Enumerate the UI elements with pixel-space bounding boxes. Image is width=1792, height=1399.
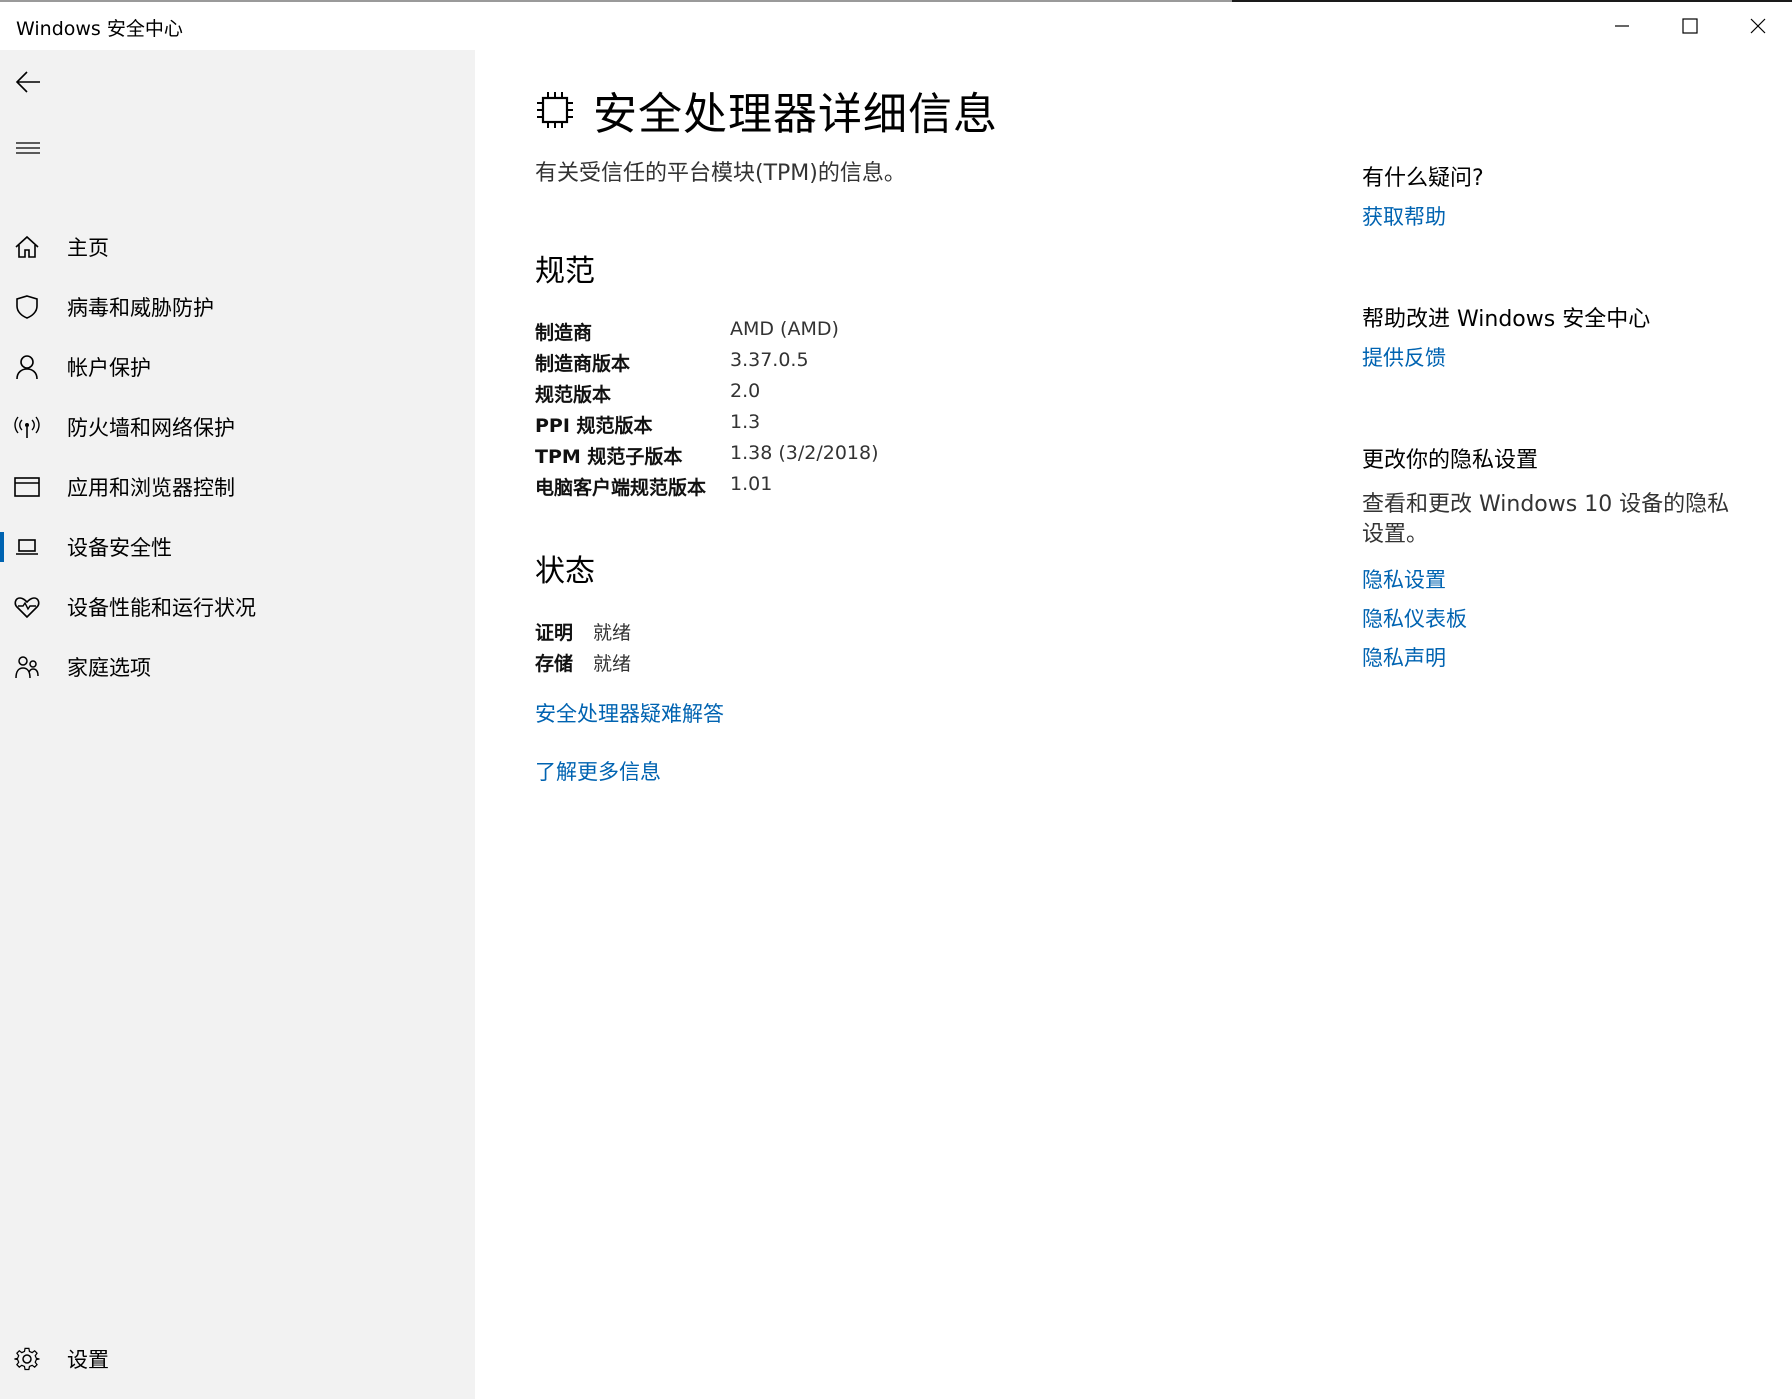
- sidebar-item-label: 设备性能和运行状况: [67, 596, 256, 620]
- sidebar-item-label: 病毒和威胁防护: [67, 296, 214, 320]
- spec-value: 1.38 (3/2/2018): [730, 442, 879, 464]
- spec-value: 1.3: [730, 411, 761, 433]
- sidebar-item-label: 设备安全性: [67, 536, 172, 560]
- privacy-heading: 更改你的隐私设置: [1362, 448, 1539, 473]
- close-button[interactable]: [1724, 2, 1792, 50]
- spec-value: 3.37.0.5: [730, 349, 809, 371]
- heart-pulse-icon: [12, 592, 42, 622]
- question-heading: 有什么疑问?: [1362, 166, 1484, 191]
- troubleshoot-link[interactable]: 安全处理器疑难解答: [535, 698, 724, 728]
- sidebar: 主页 病毒和威胁防护 帐户保护 防火墙和网络保护 应用和浏览器控制 设备安全性 …: [0, 50, 475, 1399]
- person-icon: [12, 352, 42, 382]
- sidebar-item-label: 主页: [67, 236, 109, 260]
- sidebar-item-label: 防火墙和网络保护: [67, 416, 235, 440]
- sidebar-item-device-security[interactable]: 设备安全性: [0, 520, 475, 574]
- page-header: 安全处理器详细信息: [535, 80, 998, 140]
- shield-icon: [12, 292, 42, 322]
- learn-more-link[interactable]: 了解更多信息: [535, 756, 661, 786]
- page-description: 有关受信任的平台模块(TPM)的信息。: [535, 161, 906, 186]
- spec-value: 1.01: [730, 473, 773, 495]
- privacy-description: 查看和更改 Windows 10 设备的隐私设置。: [1362, 492, 1730, 547]
- sidebar-item-label: 帐户保护: [67, 356, 151, 380]
- sidebar-item-label: 设置: [67, 1348, 109, 1372]
- maximize-icon: [1682, 18, 1698, 34]
- sidebar-item-app-browser-control[interactable]: 应用和浏览器控制: [0, 460, 475, 514]
- privacy-dashboard-link[interactable]: 隐私仪表板: [1362, 603, 1467, 633]
- minimize-icon: [1615, 25, 1629, 27]
- spec-key: TPM 规范子版本: [535, 446, 683, 468]
- status-value: 就绪: [593, 653, 632, 675]
- sidebar-item-label: 应用和浏览器控制: [67, 476, 235, 500]
- spec-key: 电脑客户端规范版本: [535, 477, 707, 499]
- security-center-window: Windows 安全中心 主页 病毒和威胁防护 帐户保护 防火墙和网络保护 应用…: [0, 0, 1792, 1399]
- sidebar-item-firewall[interactable]: 防火墙和网络保护: [0, 400, 475, 454]
- processor-chip-icon: [537, 92, 573, 128]
- status-key: 存储: [535, 653, 574, 675]
- home-icon: [12, 232, 42, 262]
- sidebar-item-device-performance[interactable]: 设备性能和运行状况: [0, 580, 475, 634]
- status-key: 证明: [535, 622, 574, 644]
- family-icon: [12, 652, 42, 682]
- spec-key: 制造商: [535, 322, 593, 344]
- privacy-statement-link[interactable]: 隐私声明: [1362, 642, 1446, 672]
- sidebar-item-label: 家庭选项: [67, 656, 151, 680]
- status-table: 证明 就绪 存储 就绪: [535, 618, 631, 676]
- spec-key: PPI 规范版本: [535, 415, 653, 437]
- sidebar-item-home[interactable]: 主页: [0, 220, 475, 274]
- sidebar-item-settings[interactable]: 设置: [0, 1332, 475, 1386]
- spec-key: 规范版本: [535, 384, 612, 406]
- spec-key: 制造商版本: [535, 353, 631, 375]
- laptop-icon: [12, 532, 42, 562]
- wireless-icon: [12, 412, 42, 442]
- sidebar-item-family-options[interactable]: 家庭选项: [0, 640, 475, 694]
- privacy-settings-link[interactable]: 隐私设置: [1362, 564, 1446, 594]
- title-bar[interactable]: Windows 安全中心: [0, 2, 1792, 50]
- maximize-button[interactable]: [1656, 2, 1724, 50]
- improve-heading: 帮助改进 Windows 安全中心: [1362, 307, 1651, 332]
- feedback-link[interactable]: 提供反馈: [1362, 342, 1446, 372]
- status-value: 就绪: [593, 622, 632, 644]
- get-help-link[interactable]: 获取帮助: [1362, 201, 1446, 231]
- selection-indicator: [0, 532, 4, 562]
- window-title: Windows 安全中心: [16, 18, 183, 40]
- sidebar-item-account-protection[interactable]: 帐户保护: [0, 340, 475, 394]
- sidebar-item-virus-protection[interactable]: 病毒和威胁防护: [0, 280, 475, 334]
- spec-value: AMD (AMD): [730, 318, 839, 340]
- status-section-heading: 状态: [535, 554, 595, 589]
- spec-table-secondary: PPI 规范版本 1.3 TPM 规范子版本 1.38 (3/2/2018) 电…: [535, 411, 879, 500]
- spec-table-primary: 制造商 AMD (AMD) 制造商版本 3.37.0.5 规范版本 2.0: [535, 318, 839, 407]
- back-button[interactable]: [10, 64, 46, 100]
- main-content: 安全处理器详细信息 有关受信任的平台模块(TPM)的信息。 规范 制造商 AMD…: [475, 50, 1792, 1399]
- gear-icon: [12, 1344, 42, 1374]
- menu-button[interactable]: [10, 130, 46, 166]
- back-arrow-icon: [15, 71, 40, 93]
- close-icon: [1750, 18, 1766, 34]
- hamburger-icon: [16, 142, 40, 154]
- page-title: 安全处理器详细信息: [593, 89, 998, 140]
- browser-window-icon: [12, 472, 42, 502]
- spec-section-heading: 规范: [535, 254, 595, 289]
- minimize-button[interactable]: [1588, 2, 1656, 50]
- spec-value: 2.0: [730, 380, 761, 402]
